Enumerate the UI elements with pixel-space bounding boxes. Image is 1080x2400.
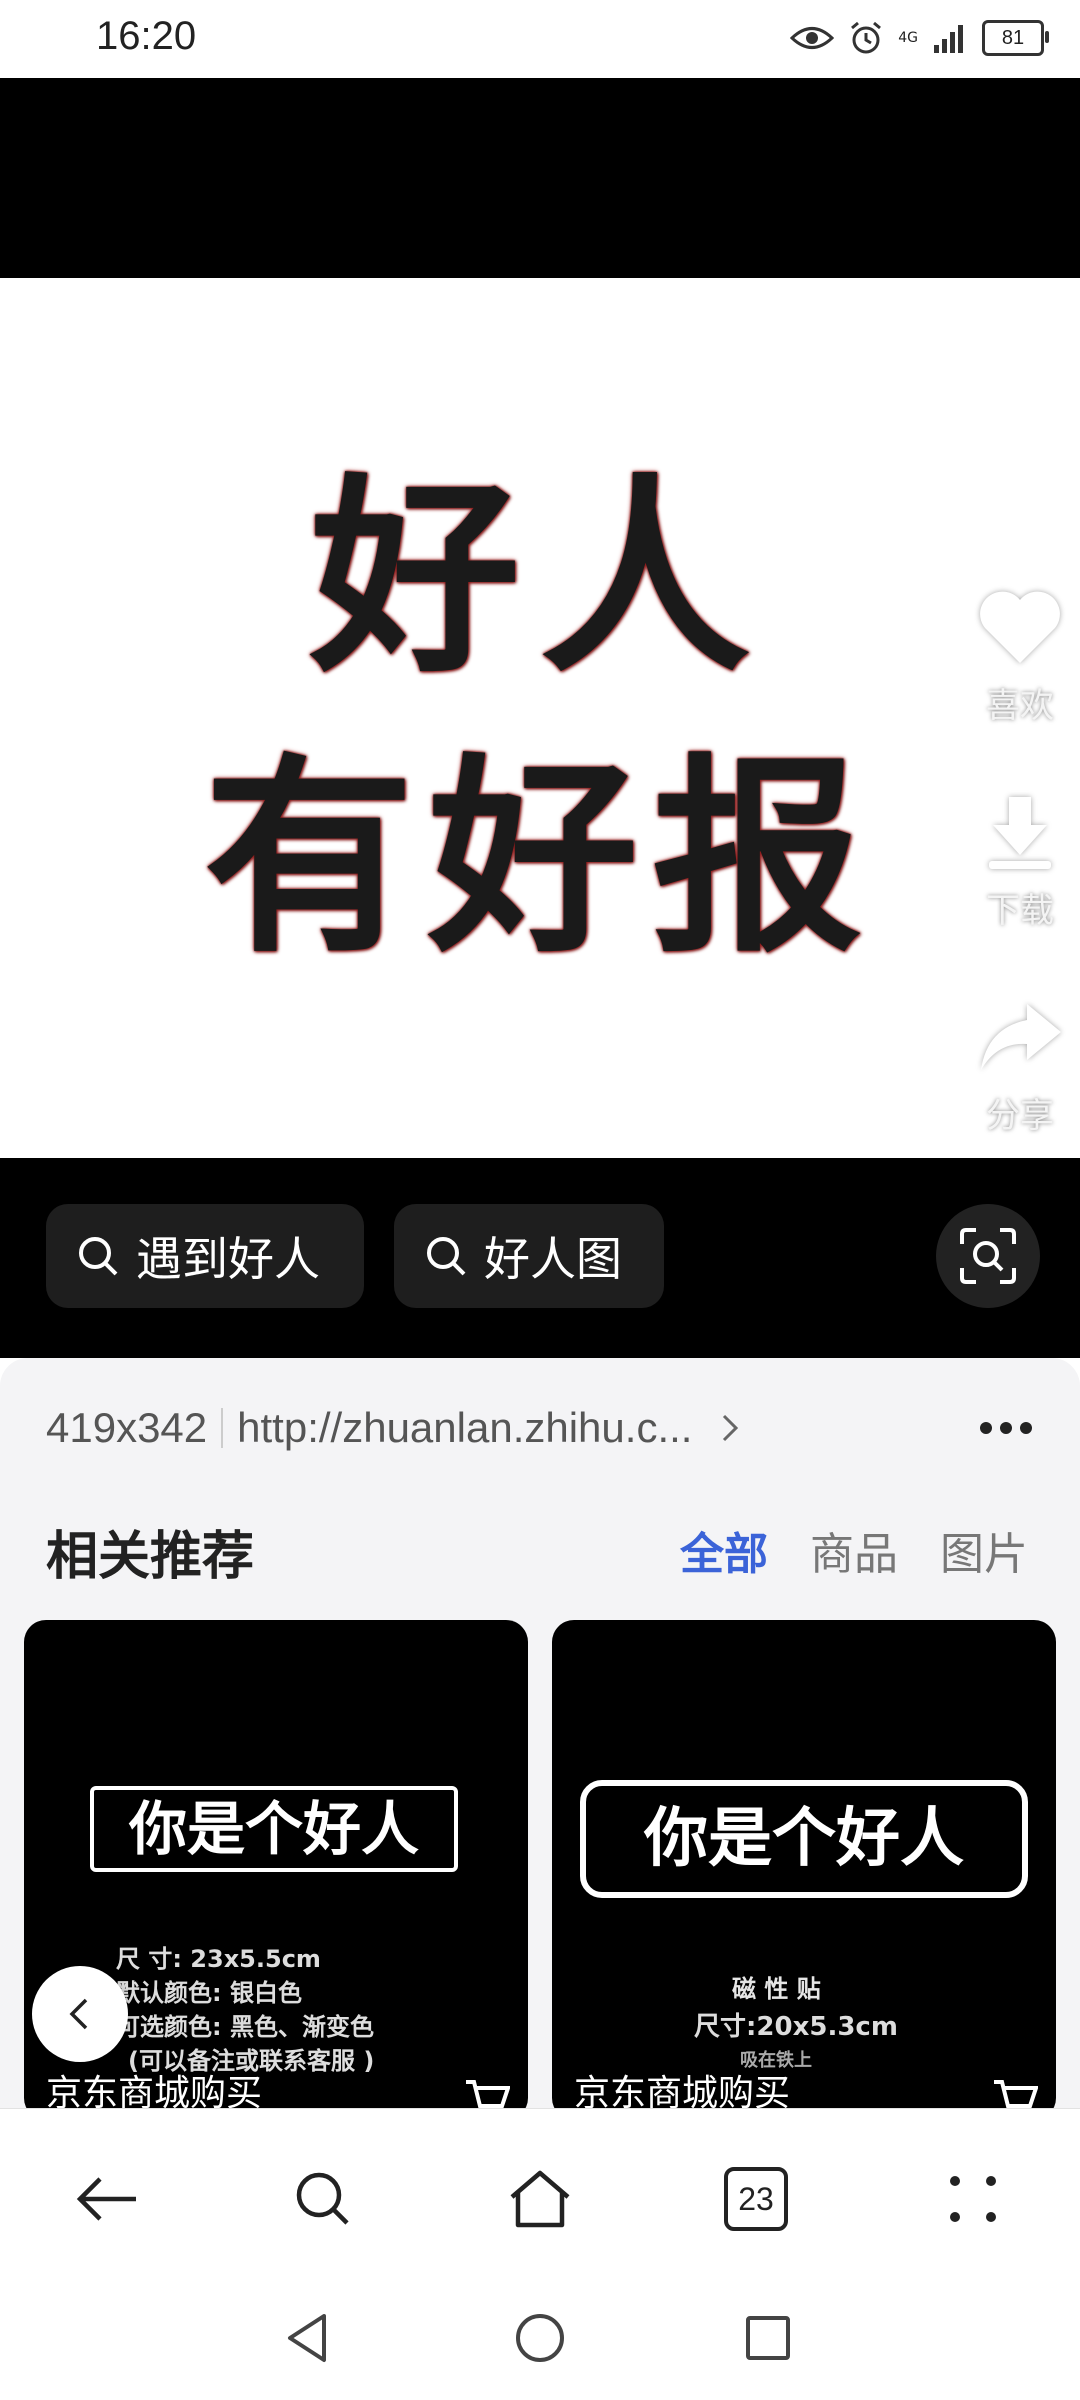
chevron-left-icon	[69, 1998, 88, 2030]
download-button[interactable]: 下载	[960, 793, 1080, 932]
more-dot	[1020, 1422, 1032, 1434]
share-label: 分享	[986, 1096, 1054, 1136]
share-button[interactable]: 分享	[960, 998, 1080, 1137]
nav-back-button[interactable]	[268, 2298, 348, 2378]
arrow-left-icon	[76, 2177, 136, 2221]
viewed-image[interactable]: 好人 有好报 喜欢 下载 分享	[0, 278, 1080, 1158]
square-recents-icon	[746, 2316, 790, 2360]
image-dimensions: 419x342	[46, 1404, 208, 1451]
battery-indicator: 81	[982, 20, 1049, 56]
network-type: 4G	[898, 30, 918, 46]
card-1-spec-line: 可选颜色: 黑色、渐变色	[116, 2013, 374, 2041]
card-2-spec-line: 磁 性 贴	[732, 1975, 821, 2003]
card-1-spec-line: 尺 寸: 23x5.5cm	[116, 1945, 321, 1973]
tab-all[interactable]: 全部	[680, 1518, 768, 1582]
nav-recents-button[interactable]	[728, 2298, 808, 2378]
tab-images[interactable]: 图片	[940, 1518, 1028, 1582]
search-chip-1-label: 遇到好人	[136, 1232, 320, 1286]
status-icons: 4G 81	[790, 18, 1049, 58]
more-dot	[1000, 1422, 1012, 1434]
search-chip-2[interactable]: 好人图	[394, 1204, 664, 1308]
system-navigation-bar	[0, 2278, 1080, 2400]
download-icon	[960, 793, 1080, 877]
image-text-line2: 有好报	[203, 736, 876, 981]
like-button[interactable]: 喜欢	[960, 588, 1080, 727]
triangle-back-icon	[288, 2314, 326, 2362]
card-1-sign-text: 你是个好人	[90, 1786, 458, 1872]
nav-home-button[interactable]	[500, 2298, 580, 2378]
search-chip-1[interactable]: 遇到好人	[46, 1204, 364, 1308]
status-bar: 16:20 4G 81	[0, 0, 1080, 78]
tab-products[interactable]: 商品	[810, 1518, 898, 1582]
home-icon	[510, 2170, 570, 2228]
back-button[interactable]	[62, 2154, 152, 2244]
card-1-spec-line: 默认颜色: 银白色	[116, 1979, 302, 2007]
image-meta-row[interactable]: 419x342 http://zhuanlan.zhihu.c...	[46, 1398, 1036, 1458]
eye-icon	[790, 27, 835, 49]
search-button[interactable]	[278, 2154, 368, 2244]
image-text-line1: 好人	[309, 456, 770, 701]
more-options-button[interactable]	[966, 1398, 1046, 1458]
search-icon	[296, 2172, 349, 2225]
tab-count: 23	[724, 2167, 788, 2231]
viewer-top-area	[0, 78, 1080, 278]
recommendations-title: 相关推荐	[46, 1527, 255, 1587]
floating-back-button[interactable]	[32, 1966, 128, 2062]
search-icon	[79, 1237, 118, 1276]
source-url-link[interactable]: http://zhuanlan.zhihu.c...	[237, 1404, 692, 1452]
status-clock: 16:20	[96, 14, 197, 58]
recommendation-card-2[interactable]: 你是个好人 磁 性 贴 尺寸:20x5.3cm 吸在铁上 京东商城购买	[552, 1620, 1056, 2120]
search-chips-bar: 遇到好人 好人图	[0, 1158, 1080, 1358]
heart-icon	[960, 588, 1080, 672]
download-label: 下载	[986, 891, 1054, 931]
lens-icon	[960, 1228, 1016, 1284]
search-chip-2-label: 好人图	[484, 1232, 622, 1286]
chevron-right-icon	[723, 1414, 739, 1442]
menu-button[interactable]	[928, 2154, 1018, 2244]
circle-home-icon	[516, 2314, 564, 2362]
card-2-sign-text: 你是个好人	[580, 1780, 1028, 1898]
search-icon	[427, 1237, 466, 1276]
image-info-panel: 419x342 http://zhuanlan.zhihu.c... 相关推荐 …	[0, 1358, 1080, 2120]
image-search-lens-button[interactable]	[936, 1204, 1040, 1308]
more-dot	[980, 1422, 992, 1434]
browser-toolbar: 23	[0, 2108, 1080, 2279]
alarm-icon	[851, 21, 882, 54]
home-button[interactable]	[495, 2154, 585, 2244]
battery-level: 81	[1001, 26, 1025, 49]
share-icon	[960, 998, 1080, 1082]
signal-icon	[934, 25, 963, 53]
meta-divider	[221, 1408, 224, 1448]
like-label: 喜欢	[986, 686, 1054, 726]
menu-dots-icon	[950, 2176, 996, 2222]
tabs-button[interactable]: 23	[711, 2154, 801, 2244]
card-2-spec-line: 尺寸:20x5.3cm	[694, 2012, 898, 2042]
